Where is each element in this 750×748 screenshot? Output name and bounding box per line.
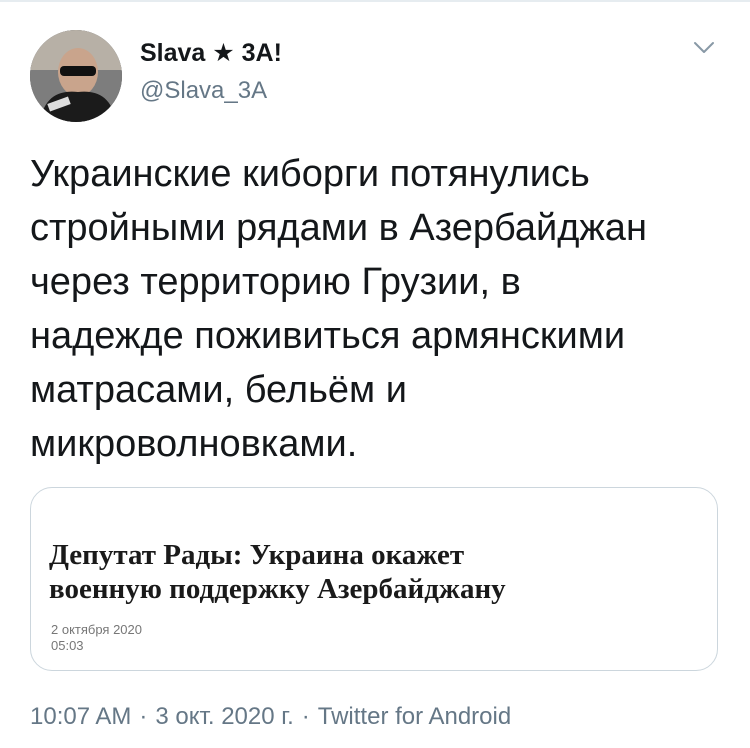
link-preview-card[interactable]: Депутат Рады: Украина окажет военную под… — [30, 487, 718, 671]
meta-separator: · — [301, 703, 310, 730]
card-date: 2 октября 2020 — [51, 622, 142, 637]
author-display-name[interactable]: Slava ★ 3A! — [140, 38, 282, 68]
tweet-source[interactable]: Twitter for Android — [318, 703, 511, 731]
tweet-meta: 10:07 AM · 3 окт. 2020 г. · Twitter for Andr… — [30, 703, 511, 731]
avatar[interactable] — [30, 30, 122, 122]
tweet-time[interactable]: 10:07 AM — [30, 703, 131, 731]
card-time: 05:03 — [51, 638, 84, 653]
tweet-date[interactable]: 3 окт. 2020 г. — [155, 703, 293, 731]
meta-separator: · — [139, 703, 148, 730]
avatar-image — [30, 30, 122, 122]
top-divider — [0, 0, 750, 2]
chevron-down-icon[interactable] — [693, 40, 715, 56]
author-handle[interactable]: @Slava_3A — [140, 77, 267, 105]
card-headline: Депутат Рады: Украина окажет военную под… — [49, 539, 506, 605]
tweet-text: Украинские киборги потянулись стройными … — [30, 153, 647, 465]
